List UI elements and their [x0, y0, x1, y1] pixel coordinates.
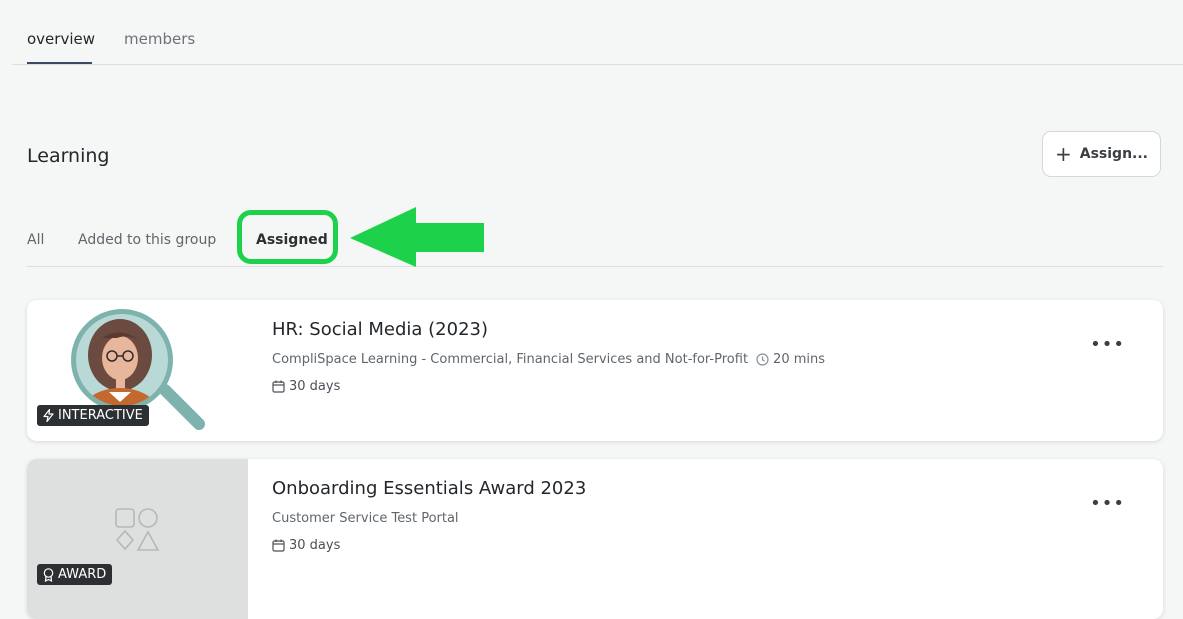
- badge-label: AWARD: [58, 567, 107, 582]
- card-source: Customer Service Test Portal: [272, 511, 459, 526]
- assign-button-label: Assign...: [1079, 146, 1148, 162]
- award-ribbon-icon: [43, 567, 54, 582]
- learning-card[interactable]: AWARD Onboarding Essentials Award 2023 C…: [27, 459, 1163, 619]
- card-days-label: 30 days: [289, 379, 341, 394]
- more-options-icon[interactable]: •••: [1090, 336, 1125, 354]
- section-title: Learning: [27, 145, 110, 167]
- annotation-arrow-icon: [350, 207, 484, 267]
- card-title[interactable]: HR: Social Media (2023): [272, 319, 488, 340]
- card-source-line: CompliSpace Learning - Commercial, Finan…: [272, 352, 825, 367]
- card-days-label: 30 days: [289, 538, 341, 553]
- plus-icon: +: [1054, 142, 1072, 166]
- more-options-icon[interactable]: •••: [1090, 495, 1125, 513]
- type-badge: AWARD: [37, 564, 113, 585]
- card-source: CompliSpace Learning - Commercial, Finan…: [272, 352, 749, 367]
- annotation-highlight-box: [237, 210, 338, 264]
- card-days: 30 days: [272, 379, 340, 394]
- calendar-icon: [272, 380, 285, 393]
- tab-overview[interactable]: overview: [27, 30, 95, 48]
- active-tab-indicator: [27, 62, 92, 64]
- tab-members[interactable]: members: [124, 30, 195, 48]
- calendar-icon: [272, 539, 285, 552]
- type-badge: INTERACTIVE: [37, 405, 149, 426]
- filter-tab-added[interactable]: Added to this group: [78, 232, 216, 248]
- badge-label: INTERACTIVE: [58, 408, 143, 423]
- card-source-line: Customer Service Test Portal: [272, 511, 459, 526]
- assign-button[interactable]: + Assign...: [1042, 131, 1161, 177]
- filter-tab-bar: All Added to this group Assigned: [27, 208, 1163, 267]
- top-tab-bar: overview members: [12, 0, 1183, 65]
- card-days: 30 days: [272, 538, 340, 553]
- clock-icon: [756, 353, 769, 366]
- card-duration: 20 mins: [756, 352, 825, 367]
- card-thumbnail: [27, 459, 248, 619]
- card-title[interactable]: Onboarding Essentials Award 2023: [272, 478, 586, 499]
- card-duration-label: 20 mins: [773, 352, 826, 367]
- filter-tab-all[interactable]: All: [27, 232, 44, 248]
- lightning-icon: [43, 409, 54, 422]
- learning-card[interactable]: INTERACTIVE HR: Social Media (2023) Comp…: [27, 300, 1163, 441]
